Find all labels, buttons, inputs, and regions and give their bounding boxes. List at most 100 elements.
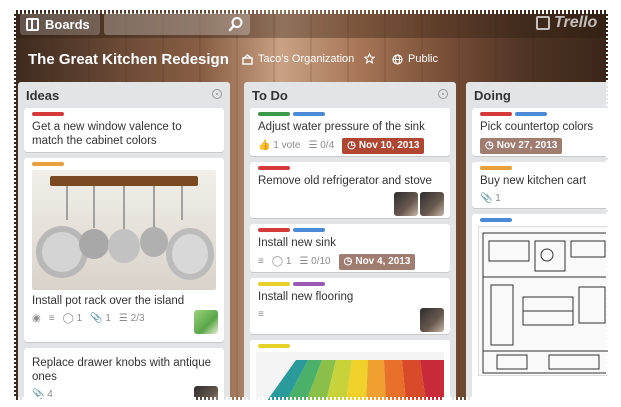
due-date-badge: ◷ Nov 27, 2013 [480,138,563,154]
card-badges: ◷ Nov 27, 2013 [472,134,608,158]
search-input[interactable] [104,13,250,35]
list-ideas: Ideas Get a new window valence to match … [18,82,230,400]
star-button[interactable] [364,53,375,64]
card-badges: 👍 1 vote ☰ 0/4 ◷ Nov 10, 2013 [250,134,450,158]
trello-logo-icon [536,16,550,30]
checklist-badge: ☰ 2/3 [118,313,145,324]
card[interactable]: Remove old refrigerator and stove [250,162,450,218]
checklist-badge: ☰ 0/4 [308,140,335,151]
label-yellow [258,344,290,348]
member-avatar[interactable] [194,310,218,334]
due-date-badge: ◷ Nov 4, 2013 [338,254,416,270]
description-icon: ≡ [258,256,264,267]
label-green [258,112,290,116]
visibility-label: Public [408,53,438,65]
frame-edge-bottom [10,397,611,403]
card-labels [472,214,608,222]
watch-icon: ◉ [32,313,41,324]
card[interactable] [472,214,608,400]
card[interactable]: Get a new window valence to match the ca… [24,108,224,152]
vote-badge: 👍 1 vote [258,140,301,151]
list-title: To Do [252,88,288,103]
card-title: Remove old refrigerator and stove [258,175,432,187]
board-canvas: Boards Trello The Great Kitchen Redesign… [14,10,608,400]
description-icon: ≡ [48,313,55,324]
clock-icon: ◷ [347,140,356,151]
card[interactable]: Replace drawer knobs with antique ones 📎… [24,348,224,400]
label-red [258,228,290,232]
boards-label: Boards [45,16,90,32]
label-red [258,166,290,170]
top-bar: Boards Trello [14,10,608,38]
member-avatar[interactable] [420,308,444,332]
organization-link[interactable]: Taco's Organization [242,53,354,65]
card-labels [250,224,450,232]
card-cover-image-pot-rack [32,170,216,290]
label-purple [293,282,325,286]
frame-edge-right [606,8,612,403]
card-labels [250,162,450,170]
card[interactable] [250,340,450,400]
list-menu-icon[interactable] [212,89,222,99]
card-title: Replace drawer knobs with antique ones [32,357,211,383]
card-labels [24,108,224,116]
frame-edge-left [10,8,16,403]
card-title: Buy new kitchen cart [480,175,587,187]
trello-logo[interactable]: Trello [536,14,597,32]
label-yellow [258,282,290,286]
card-title: Pick countertop colors [480,121,594,133]
label-red [480,112,512,116]
description-icon: ≡ [258,309,264,320]
globe-icon [392,53,403,65]
label-orange [480,166,512,170]
card-title: Get a new window valence to match the ca… [32,121,182,147]
organization-name: Taco's Organization [258,53,355,65]
label-blue [480,218,512,222]
card[interactable]: Adjust water pressure of the sink 👍 1 vo… [250,108,450,156]
comment-badge: ◯ 1 [271,256,292,267]
member-avatar[interactable] [394,192,418,216]
boards-icon [26,17,39,31]
card-labels [250,278,450,286]
card[interactable]: Install pot rack over the island ◉ ≡ ◯ 1… [24,158,224,342]
card[interactable]: Buy new kitchen cart 📎 1 [472,162,608,208]
card-cover-image-floor-plan [478,226,608,376]
attachment-badge: 📎 1 [90,313,111,324]
due-date-badge: ◷ Nov 10, 2013 [342,138,425,154]
list-header[interactable]: Doing [466,82,608,106]
label-blue [293,228,325,232]
star-icon [364,53,375,64]
label-blue [515,112,547,116]
card-badges: ≡ ◯ 1 ☰ 0/10 ◷ Nov 4, 2013 [250,250,450,274]
card-title: Install new flooring [258,291,354,303]
card[interactable]: Install new flooring ≡ [250,278,450,334]
trello-logo-text: Trello [554,14,598,31]
list-header[interactable]: To Do [244,82,456,106]
card-labels [250,340,450,348]
boards-button[interactable]: Boards [20,13,100,35]
clock-icon: ◷ [485,140,494,151]
card-labels [472,162,608,170]
member-avatar[interactable] [420,192,444,216]
list-header[interactable]: Ideas [18,82,230,106]
label-red [32,112,64,116]
card-labels [472,108,608,116]
attachment-badge: 📎 1 [480,193,501,204]
organization-icon [242,53,253,65]
label-orange [32,162,64,166]
card-cover-image-color-swatches [256,352,444,400]
card-badges: 📎 1 [472,188,608,210]
card-labels [250,108,450,116]
card-title: Adjust water pressure of the sink [258,121,425,133]
list-menu-icon[interactable] [438,89,448,99]
card-title: Install pot rack over the island [32,295,185,307]
list-to-do: To Do Adjust water pressure of the sink … [244,82,456,400]
card[interactable]: Pick countertop colors ◷ Nov 27, 2013 [472,108,608,156]
visibility-button[interactable]: Public [392,53,438,65]
card-labels [24,158,224,166]
card[interactable]: Install new sink ≡ ◯ 1 ☰ 0/10 ◷ Nov 4, 20… [250,224,450,272]
list-doing: Doing Pick countertop colors ◷ Nov 27, 20… [466,82,608,400]
search-icon[interactable] [228,16,244,32]
board-title[interactable]: The Great Kitchen Redesign [28,51,229,68]
frame-edge-top [10,8,611,14]
